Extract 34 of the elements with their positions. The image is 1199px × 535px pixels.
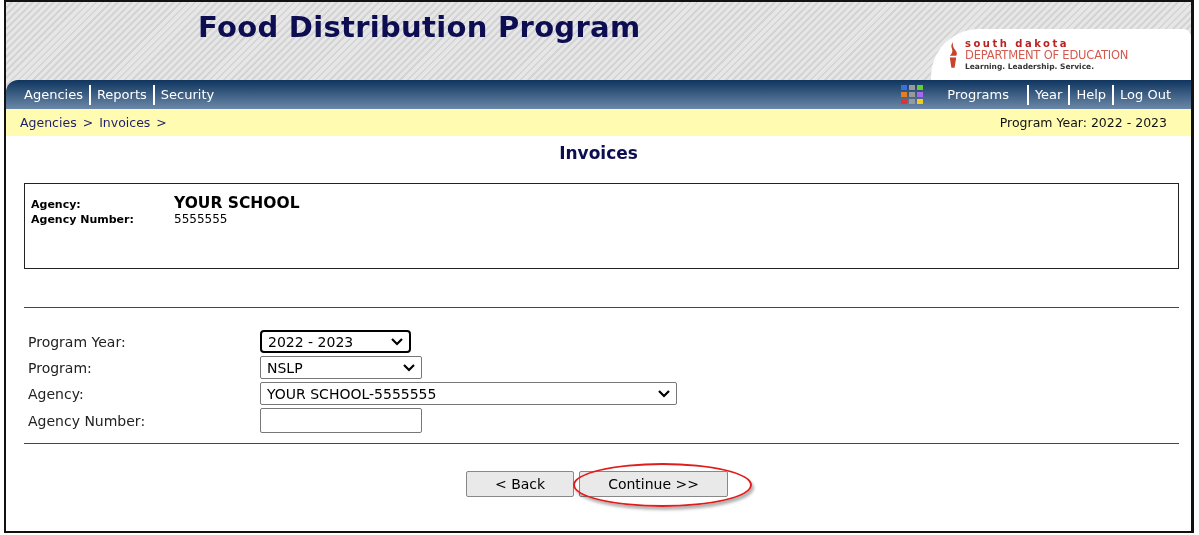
field-label: Program:: [28, 359, 92, 376]
dropdown[interactable]: NSLP: [260, 356, 422, 379]
chevron-down-icon: [658, 389, 670, 398]
dropdown[interactable]: YOUR SCHOOL-5555555: [260, 382, 677, 405]
nav-link[interactable]: Reports: [90, 87, 153, 102]
agency-name: YOUR SCHOOL: [174, 194, 300, 212]
field-label: Program Year:: [28, 333, 126, 350]
program-year-label: Program Year: 2022 - 2023: [999, 115, 1167, 130]
breadcrumb-link[interactable]: Invoices: [99, 115, 151, 130]
page-title: Invoices: [558, 143, 639, 163]
nav-link[interactable]: Log Out: [1114, 87, 1177, 102]
page-header-title: Food Distribution Program: [198, 10, 641, 44]
agency-label: Agency:: [31, 198, 82, 211]
agency-number-label: Agency Number:: [31, 213, 135, 226]
agency-number: 5555555: [174, 212, 228, 226]
field-label: Agency:: [28, 385, 84, 402]
breadcrumb-separator: >: [82, 115, 94, 130]
chevron-down-icon: [403, 363, 415, 372]
logo-state: south dakota: [965, 38, 1070, 49]
nav-link[interactable]: Security: [154, 87, 221, 102]
nav-link[interactable]: Agencies: [18, 87, 89, 102]
nav-link[interactable]: Help: [1070, 87, 1113, 102]
form-button[interactable]: Continue >>: [579, 471, 728, 497]
app-grid-icon[interactable]: [901, 84, 924, 105]
breadcrumb-separator: >: [156, 115, 167, 130]
nav-link[interactable]: Programs: [941, 87, 1015, 102]
chevron-down-icon: [391, 337, 403, 346]
form-button[interactable]: < Back: [465, 471, 575, 497]
logo-department: DEPARTMENT OF EDUCATION: [965, 49, 1129, 62]
dropdown[interactable]: 2022 - 2023: [260, 330, 411, 353]
input-field[interactable]: [260, 408, 422, 433]
nav-link[interactable]: Year: [1028, 87, 1069, 102]
field-label: Agency Number:: [28, 412, 146, 429]
breadcrumb-link[interactable]: Agencies: [20, 115, 77, 130]
